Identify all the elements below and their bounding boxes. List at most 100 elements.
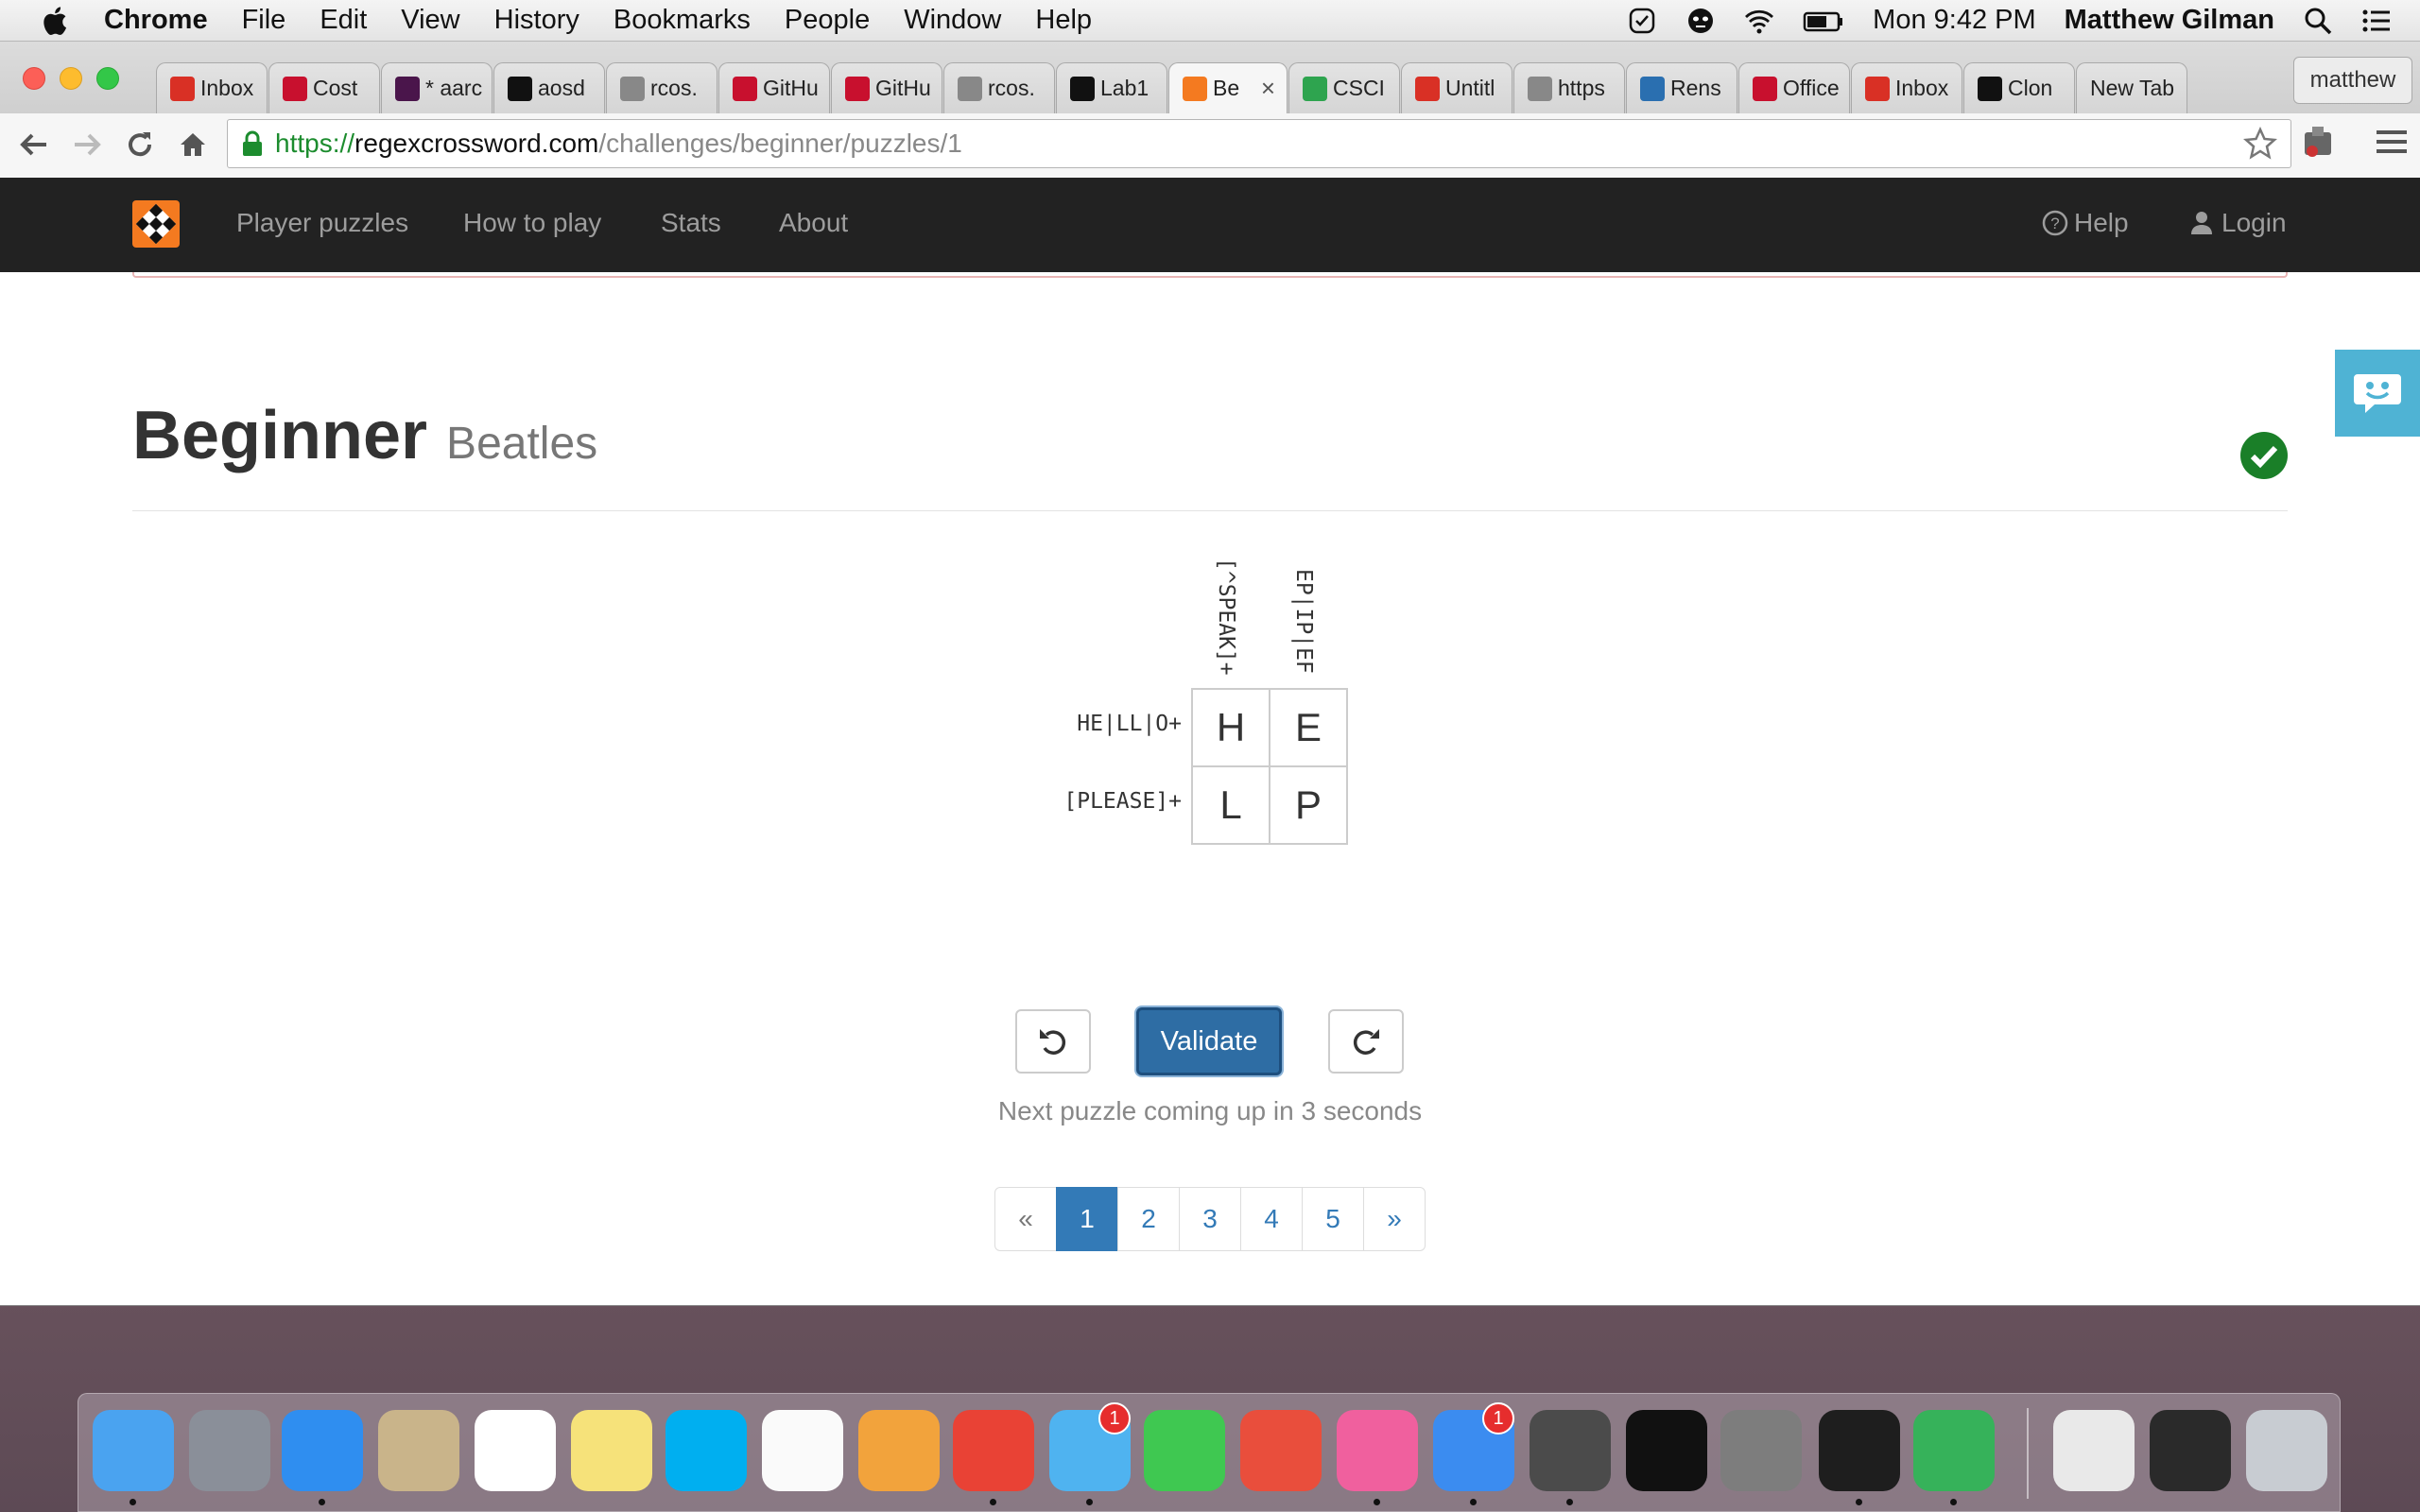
profile-button[interactable]: matthew — [2293, 57, 2412, 104]
nav-login[interactable]: Login — [2189, 208, 2287, 238]
page-3[interactable]: 3 — [1179, 1187, 1241, 1251]
menu-edit[interactable]: Edit — [320, 5, 367, 36]
browser-tab[interactable]: New Tab — [2076, 62, 2187, 113]
menu-people[interactable]: People — [785, 5, 870, 36]
chrome-menu-icon[interactable] — [2373, 123, 2411, 161]
numbers-icon[interactable] — [1913, 1410, 1995, 1491]
reload-button[interactable] — [121, 126, 159, 163]
tab-title: Clon — [2008, 76, 2053, 100]
page-2[interactable]: 2 — [1117, 1187, 1180, 1251]
browser-tab[interactable]: Lab1 — [1056, 62, 1167, 113]
menu-bookmarks[interactable]: Bookmarks — [614, 5, 751, 36]
page-5[interactable]: 5 — [1302, 1187, 1364, 1251]
rpi-shield-icon — [283, 76, 307, 101]
notification-center-icon[interactable] — [2361, 6, 2392, 36]
nav-help[interactable]: ? Help — [2042, 208, 2129, 238]
photos-icon[interactable] — [858, 1410, 940, 1491]
cell-r1-c2[interactable]: E — [1270, 689, 1347, 766]
menu-file[interactable]: File — [242, 5, 286, 36]
task-check-icon[interactable] — [1627, 6, 1657, 36]
arrow-left-icon — [20, 133, 46, 156]
recent-documents-stack-icon[interactable] — [2053, 1410, 2135, 1491]
validate-button[interactable]: Validate — [1136, 1007, 1282, 1075]
itunes-icon[interactable] — [1337, 1410, 1418, 1491]
menu-help[interactable]: Help — [1035, 5, 1092, 36]
browser-tab[interactable]: Office — [1738, 62, 1850, 113]
bookmark-star-icon[interactable] — [2243, 127, 2277, 161]
browser-tab[interactable]: CSCI — [1288, 62, 1400, 113]
minimize-window-button[interactable] — [60, 67, 82, 90]
browser-tab[interactable]: GitHu — [718, 62, 830, 113]
browser-tab[interactable]: GitHu — [831, 62, 942, 113]
reminders-icon[interactable] — [762, 1410, 843, 1491]
browser-tab[interactable]: Clon — [1963, 62, 2075, 113]
notes-icon[interactable] — [571, 1410, 652, 1491]
system-preferences-icon[interactable] — [1720, 1410, 1802, 1491]
cell-r1-c1[interactable]: H — [1192, 689, 1270, 766]
trash-icon[interactable] — [2246, 1410, 2327, 1491]
browser-tab[interactable]: Untitl — [1401, 62, 1512, 113]
browser-tab[interactable]: Cost — [268, 62, 380, 113]
menu-history[interactable]: History — [494, 5, 579, 36]
battery-icon[interactable] — [1803, 6, 1844, 36]
alien-face-icon[interactable] — [1685, 6, 1716, 36]
cell-r2-c2[interactable]: P — [1270, 766, 1347, 844]
nav-about[interactable]: About — [779, 208, 848, 238]
forward-button[interactable] — [68, 126, 106, 163]
browser-tab[interactable]: Rens — [1626, 62, 1737, 113]
extension-icon[interactable] — [2299, 123, 2337, 161]
browser-toolbar: https://regexcrossword.com/challenges/be… — [0, 113, 2420, 176]
tab-title: Inbox — [200, 76, 254, 100]
popcorn-time-icon[interactable] — [1240, 1410, 1322, 1491]
page-prev[interactable]: « — [994, 1187, 1057, 1251]
browser-tab[interactable]: Inbox — [1851, 62, 1962, 113]
browser-tab[interactable]: Be × — [1168, 62, 1288, 113]
terminal-icon[interactable] — [1626, 1410, 1707, 1491]
home-button[interactable] — [174, 126, 212, 163]
menubar-user[interactable]: Matthew Gilman — [2065, 5, 2274, 36]
launchpad-icon[interactable] — [189, 1410, 270, 1491]
sublime-text-icon[interactable] — [1530, 1410, 1611, 1491]
page-1[interactable]: 1 — [1056, 1187, 1118, 1251]
close-window-button[interactable] — [23, 67, 45, 90]
page-next[interactable]: » — [1363, 1187, 1426, 1251]
browser-tab[interactable]: https — [1513, 62, 1625, 113]
address-bar[interactable]: https://regexcrossword.com/challenges/be… — [227, 119, 2291, 168]
undo-button[interactable] — [1015, 1009, 1091, 1074]
menu-app-chrome[interactable]: Chrome — [104, 5, 208, 36]
menu-window[interactable]: Window — [904, 5, 1001, 36]
activity-monitor-icon[interactable] — [1819, 1410, 1900, 1491]
browser-tab[interactable]: aosd — [493, 62, 605, 113]
chrome-icon[interactable] — [953, 1410, 1034, 1491]
tab-close-icon[interactable]: × — [1261, 74, 1275, 103]
finder-icon[interactable] — [93, 1410, 174, 1491]
mail-icon[interactable] — [378, 1410, 459, 1491]
menu-view[interactable]: View — [401, 5, 459, 36]
spotlight-search-icon[interactable] — [2303, 6, 2333, 36]
cell-r2-c1[interactable]: L — [1192, 766, 1270, 844]
calendar-icon[interactable] — [475, 1410, 556, 1491]
nav-how-to-play[interactable]: How to play — [463, 208, 601, 238]
column-clue-1: [^SPEAK]+ — [1214, 558, 1238, 676]
downloads-stack-icon[interactable] — [2150, 1410, 2231, 1491]
apple-icon[interactable] — [40, 5, 68, 37]
page-4[interactable]: 4 — [1240, 1187, 1303, 1251]
zoom-window-button[interactable] — [96, 67, 119, 90]
facetime-icon[interactable] — [1144, 1410, 1225, 1491]
redo-button[interactable] — [1328, 1009, 1404, 1074]
nav-player-puzzles[interactable]: Player puzzles — [236, 208, 408, 238]
dock-running-indicator — [1566, 1499, 1573, 1505]
menubar-clock[interactable]: Mon 9:42 PM — [1873, 5, 2035, 36]
browser-tab[interactable]: * aarc — [381, 62, 493, 113]
browser-tab[interactable]: rcos. — [606, 62, 717, 113]
browser-tab[interactable]: Inbox — [156, 62, 268, 113]
wifi-icon[interactable] — [1744, 6, 1774, 36]
feedback-chat-button[interactable] — [2335, 350, 2420, 437]
safari-icon[interactable] — [282, 1410, 363, 1491]
redo-icon — [1353, 1029, 1379, 1055]
skype-icon[interactable] — [666, 1410, 747, 1491]
browser-tab[interactable]: rcos. — [943, 62, 1055, 113]
regex-crossword-logo-icon[interactable] — [132, 200, 180, 248]
nav-stats[interactable]: Stats — [661, 208, 721, 238]
back-button[interactable] — [15, 126, 53, 163]
